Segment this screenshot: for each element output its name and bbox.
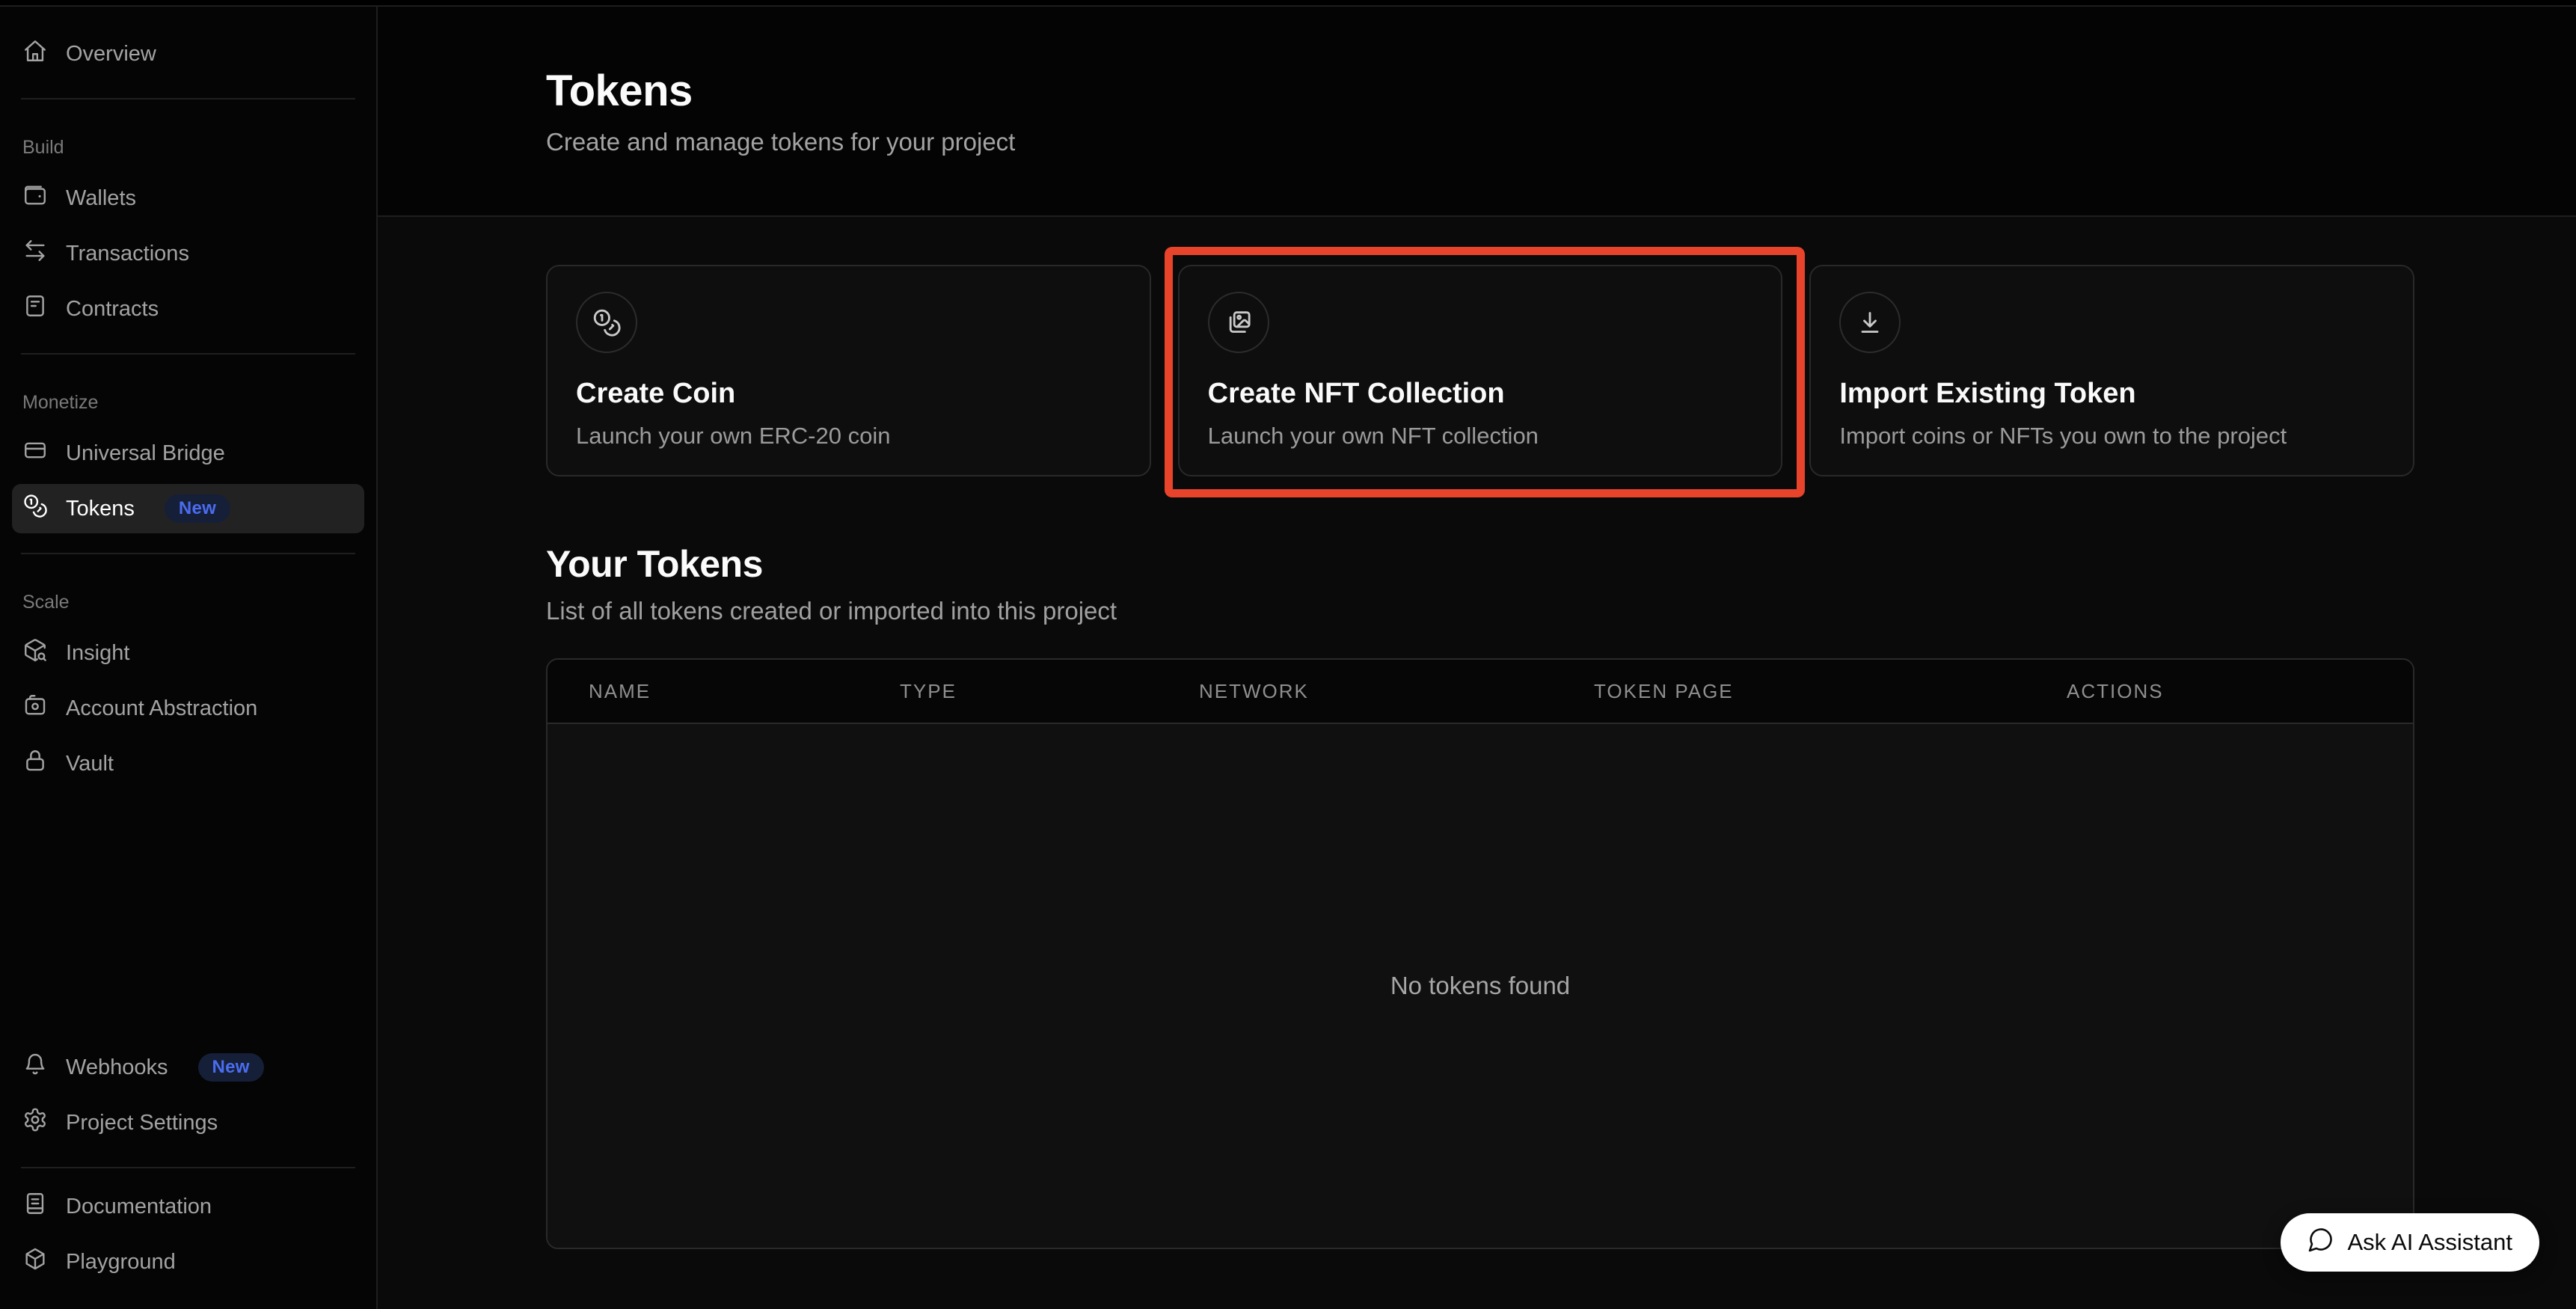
card-subtitle: Launch your own ERC-20 coin (576, 423, 1121, 450)
gear-icon (22, 1107, 48, 1138)
column-header-token-page: TOKEN PAGE (1594, 680, 2067, 703)
coins-icon (22, 493, 48, 524)
sidebar-item-vault[interactable]: Vault (12, 739, 364, 788)
page-header: Tokens Create and manage tokens for your… (378, 7, 2576, 217)
tokens-content: Create Coin Launch your own ERC-20 coin … (378, 217, 2576, 1309)
tokens-table-header: NAME TYPE NETWORK TOKEN PAGE ACTIONS (548, 660, 2413, 724)
coins-icon (576, 292, 637, 353)
card-title: Create NFT Collection (1208, 378, 1753, 410)
sidebar-item-label: Documentation (66, 1195, 212, 1219)
your-tokens-title: Your Tokens (546, 542, 2414, 586)
sidebar-item-insight[interactable]: Insight (12, 628, 364, 678)
sidebar-divider (21, 553, 355, 554)
sidebar-item-tokens[interactable]: Tokens New (12, 484, 364, 533)
sidebar: Overview Build Wallets Transactions Cont… (0, 7, 378, 1309)
arrows-swap-icon (22, 238, 48, 269)
sidebar-item-overview[interactable]: Overview (12, 29, 364, 79)
home-icon (22, 38, 48, 70)
sidebar-divider (21, 98, 355, 99)
app-root: Overview Build Wallets Transactions Cont… (0, 0, 2576, 1309)
token-action-cards: Create Coin Launch your own ERC-20 coin … (546, 265, 2414, 476)
sidebar-item-label: Webhooks (66, 1055, 168, 1080)
sidebar-item-documentation[interactable]: Documentation (12, 1182, 364, 1231)
sidebar-item-project-settings[interactable]: Project Settings (12, 1098, 364, 1147)
card-title: Import Existing Token (1839, 378, 2385, 410)
wallet-icon (22, 183, 48, 214)
sidebar-section-build: Build (22, 137, 364, 159)
card-title: Create Coin (576, 378, 1121, 410)
book-icon (22, 1191, 48, 1222)
new-badge: New (165, 494, 230, 523)
sidebar-item-label: Vault (66, 752, 114, 776)
sidebar-item-label: Insight (66, 641, 129, 666)
new-badge: New (198, 1053, 264, 1082)
cube-icon (22, 1246, 48, 1278)
sidebar-item-label: Tokens (66, 497, 135, 521)
document-icon (22, 293, 48, 325)
sidebar-item-label: Playground (66, 1250, 176, 1275)
column-header-network: NETWORK (1199, 680, 1594, 703)
sidebar-item-webhooks[interactable]: Webhooks New (12, 1043, 364, 1092)
empty-state-message: No tokens found (1390, 972, 1570, 1000)
download-icon (1839, 292, 1901, 353)
sidebar-item-label: Universal Bridge (66, 441, 225, 466)
card-subtitle: Launch your own NFT collection (1208, 423, 1753, 450)
sidebar-spacer (12, 794, 364, 1043)
sidebar-item-label: Project Settings (66, 1111, 218, 1135)
card-subtitle: Import coins or NFTs you own to the proj… (1839, 423, 2385, 450)
your-tokens-subtitle: List of all tokens created or imported i… (546, 597, 2414, 625)
sidebar-section-scale: Scale (22, 592, 364, 613)
sidebar-item-label: Wallets (66, 186, 136, 211)
credit-card-icon (22, 438, 48, 469)
chat-bubble-icon (2307, 1226, 2334, 1259)
app-frame: Overview Build Wallets Transactions Cont… (0, 5, 2576, 1309)
sidebar-item-label: Contracts (66, 297, 159, 322)
tokens-table-body: No tokens found (548, 724, 2413, 1248)
sidebar-item-label: Account Abstraction (66, 696, 257, 721)
sidebar-item-playground[interactable]: Playground (12, 1237, 364, 1287)
images-icon (1208, 292, 1269, 353)
column-header-actions: ACTIONS (2067, 680, 2413, 703)
sidebar-item-contracts[interactable]: Contracts (12, 284, 364, 334)
import-existing-token-card[interactable]: Import Existing Token Import coins or NF… (1809, 265, 2414, 476)
package-search-icon (22, 637, 48, 669)
create-nft-collection-wrap: Create NFT Collection Launch your own NF… (1178, 265, 1783, 476)
sidebar-item-wallets[interactable]: Wallets (12, 174, 364, 223)
sidebar-item-transactions[interactable]: Transactions (12, 229, 364, 278)
sidebar-item-universal-bridge[interactable]: Universal Bridge (12, 429, 364, 478)
sidebar-item-account-abstraction[interactable]: Account Abstraction (12, 684, 364, 733)
page-title: Tokens (546, 66, 2576, 116)
sidebar-section-monetize: Monetize (22, 392, 364, 414)
column-header-name: NAME (548, 680, 900, 703)
tokens-table: NAME TYPE NETWORK TOKEN PAGE ACTIONS No … (546, 658, 2414, 1249)
main-area: Tokens Create and manage tokens for your… (378, 7, 2576, 1309)
sidebar-divider (21, 1167, 355, 1168)
sidebar-item-label: Overview (66, 42, 156, 67)
bell-icon (22, 1052, 48, 1083)
ask-ai-assistant-button[interactable]: Ask AI Assistant (2281, 1213, 2539, 1272)
create-nft-collection-card[interactable]: Create NFT Collection Launch your own NF… (1178, 265, 1783, 476)
page-subtitle: Create and manage tokens for your projec… (546, 128, 2576, 156)
wallet-card-icon (22, 693, 48, 724)
sidebar-item-label: Transactions (66, 242, 189, 266)
ask-ai-assistant-label: Ask AI Assistant (2347, 1229, 2512, 1256)
lock-icon (22, 748, 48, 779)
column-header-type: TYPE (900, 680, 1199, 703)
sidebar-divider (21, 353, 355, 355)
create-coin-card[interactable]: Create Coin Launch your own ERC-20 coin (546, 265, 1151, 476)
